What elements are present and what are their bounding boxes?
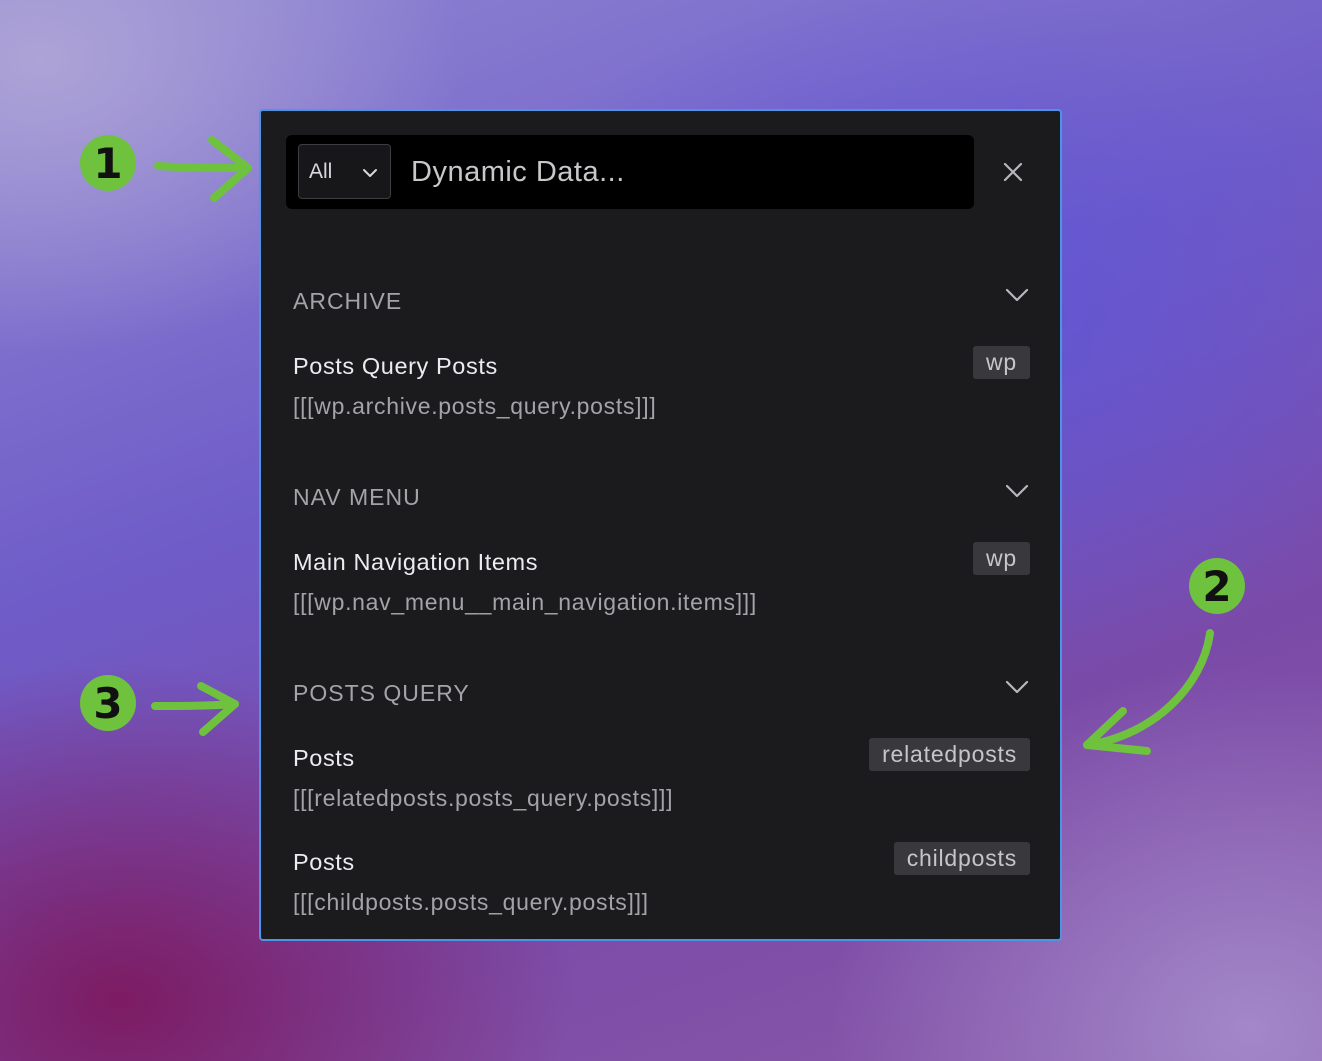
item-title: Main Navigation Items [293, 549, 539, 575]
section-header-posts-query[interactable]: POSTS QUERY [293, 680, 1033, 720]
annotation-badge-2: 2 [1189, 558, 1245, 614]
filter-select[interactable]: All [298, 144, 391, 199]
item-title: Posts Query Posts [293, 353, 498, 379]
search-bar: All [286, 135, 974, 209]
item-title: Posts [293, 745, 355, 771]
chevron-down-icon[interactable] [1004, 674, 1030, 700]
annotation-arrow-3 [151, 682, 239, 736]
item-tag: wp [972, 542, 1030, 575]
chevron-down-icon[interactable] [1004, 478, 1030, 504]
dynamic-data-panel: All ARCHIVE Posts Query Posts [[[wp.arch… [259, 109, 1062, 941]
section-header-archive[interactable]: ARCHIVE [293, 288, 1033, 328]
section-title: NAV MENU [293, 484, 421, 510]
list-item[interactable]: Posts Query Posts [[[wp.archive.posts_qu… [293, 346, 1030, 435]
item-code: [[[wp.nav_menu__main_navigation.items]]] [293, 589, 757, 615]
chevron-down-icon[interactable] [1004, 282, 1030, 308]
item-code: [[[childposts.posts_query.posts]]] [293, 889, 649, 915]
annotation-badge-3: 3 [80, 675, 136, 731]
item-tag: childposts [893, 842, 1030, 875]
chevron-down-icon [363, 169, 377, 177]
item-title: Posts [293, 849, 355, 875]
search-input[interactable] [411, 147, 951, 197]
list-item[interactable]: Posts [[[relatedposts.posts_query.posts]… [293, 738, 1030, 827]
filter-select-value: All [309, 159, 333, 183]
item-tag: wp [972, 346, 1030, 379]
section-header-nav-menu[interactable]: NAV MENU [293, 484, 1033, 524]
annotation-arrow-1 [154, 136, 252, 202]
annotation-badge-1: 1 [80, 135, 136, 191]
item-code: [[[relatedposts.posts_query.posts]]] [293, 785, 674, 811]
list-item[interactable]: Posts [[[childposts.posts_query.posts]]]… [293, 842, 1030, 931]
list-item[interactable]: Main Navigation Items [[[wp.nav_menu__ma… [293, 542, 1030, 631]
item-code: [[[wp.archive.posts_query.posts]]] [293, 393, 657, 419]
section-title: POSTS QUERY [293, 680, 470, 706]
close-icon[interactable] [1002, 161, 1024, 183]
section-title: ARCHIVE [293, 288, 403, 314]
annotation-arrow-2 [1083, 629, 1214, 755]
item-tag: relatedposts [869, 738, 1030, 771]
